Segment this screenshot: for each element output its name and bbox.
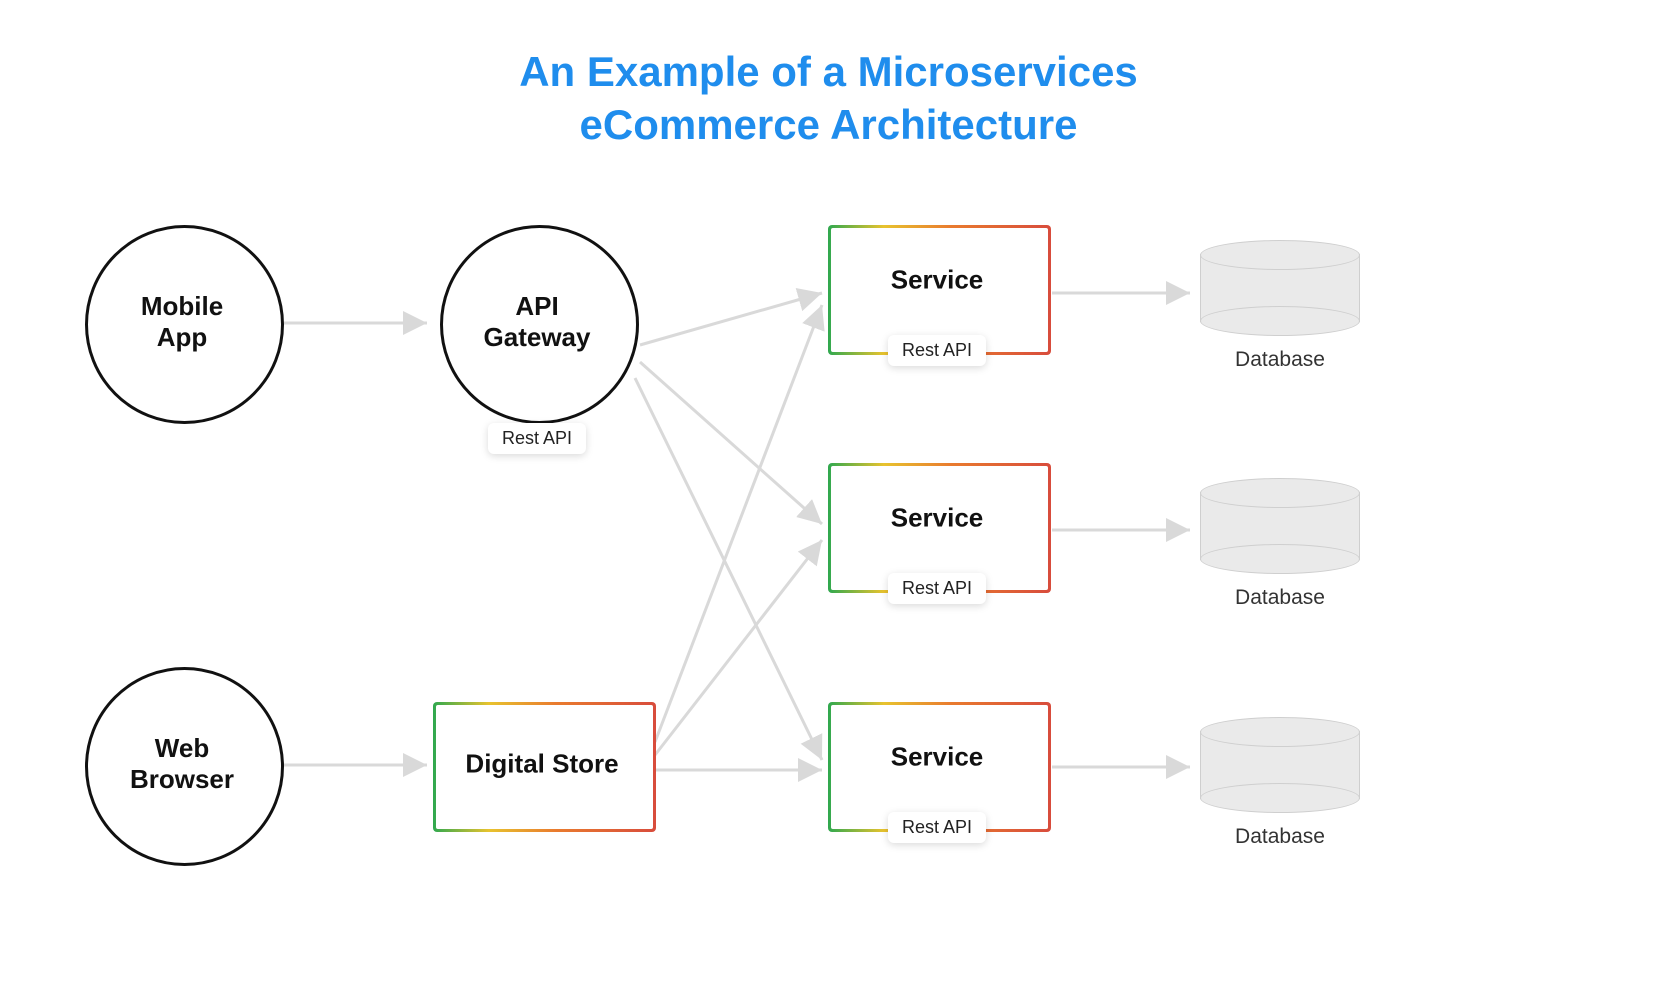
node-database-2-caption: Database — [1235, 586, 1325, 610]
node-service-3-label: Service — [891, 742, 984, 773]
diagram-canvas: An Example of a Microservices eCommerce … — [0, 0, 1657, 999]
diagram-title: An Example of a Microservices eCommerce … — [0, 46, 1657, 151]
node-database-1 — [1200, 240, 1360, 336]
arrow-store-to-service2 — [655, 540, 822, 755]
arrow-gateway-to-service1 — [640, 293, 822, 345]
node-database-3 — [1200, 717, 1360, 813]
node-mobile-app-label: Mobile App — [141, 291, 223, 353]
node-service-2-label: Service — [891, 503, 984, 534]
node-digital-store-label: Digital Store — [465, 749, 618, 780]
node-service-1-label: Service — [891, 265, 984, 296]
chip-service-2-restapi: Rest API — [888, 573, 986, 604]
node-api-gateway-label: API Gateway — [484, 291, 591, 353]
chip-service-1-restapi: Rest API — [888, 335, 986, 366]
arrow-gateway-to-service3 — [635, 378, 822, 760]
arrow-gateway-to-service2 — [640, 362, 822, 524]
chip-service-3-restapi: Rest API — [888, 812, 986, 843]
node-database-2 — [1200, 478, 1360, 574]
node-web-browser-label: Web Browser — [130, 733, 234, 795]
node-database-3-caption: Database — [1235, 825, 1325, 849]
node-database-1-caption: Database — [1235, 348, 1325, 372]
arrow-store-to-service1 — [655, 305, 822, 742]
chip-api-gateway-restapi: Rest API — [488, 423, 586, 454]
